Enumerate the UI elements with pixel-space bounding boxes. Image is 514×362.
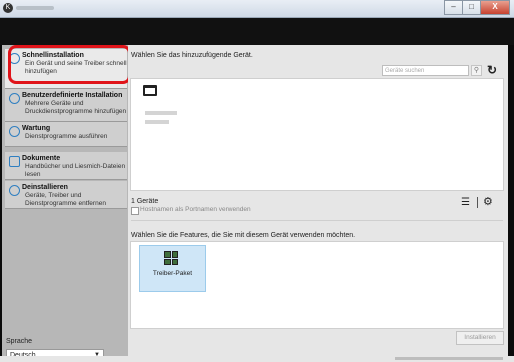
sidebar-item-desc: Geräte, Treiber und Dienstprogramme entf… <box>25 192 106 207</box>
hostname-checkbox-label: Hostnamen als Portnamen verwenden <box>140 206 251 213</box>
printer-icon[interactable] <box>143 85 157 96</box>
select-device-heading: Wählen Sie das hinzuzufügende Gerät. <box>131 52 253 59</box>
sidebar-item-deinstallieren[interactable]: Deinstallieren Geräte, Treiber und Diens… <box>5 181 127 209</box>
features-heading: Wählen Sie die Features, die Sie mit die… <box>131 232 356 239</box>
language-label: Sprache <box>6 338 33 345</box>
custom-install-icon <box>9 93 20 104</box>
sidebar: Schnellinstallation Ein Gerät und seine … <box>2 45 128 362</box>
feature-tile-label: Treiber-Paket <box>152 270 193 277</box>
minimize-button[interactable]: – <box>444 0 463 15</box>
main-panel: Wählen Sie das hinzuzufügende Gerät. Ger… <box>128 45 508 362</box>
status-blurred <box>395 357 503 360</box>
sidebar-item-title: Deinstallieren <box>22 184 68 191</box>
search-icon[interactable]: ⚲ <box>471 65 482 76</box>
maintenance-icon <box>9 126 20 137</box>
device-address-blurred[interactable] <box>145 120 169 124</box>
sidebar-item-wartung[interactable]: Wartung Dienstprogramme ausführen <box>5 122 127 147</box>
feature-tile-driver-package[interactable]: Treiber-Paket <box>139 245 206 292</box>
driver-package-icon <box>164 251 178 265</box>
sidebar-item-title: Wartung <box>22 125 51 132</box>
uninstall-icon <box>9 185 20 196</box>
window-controls: – □ X <box>444 0 510 15</box>
tile-view-icon[interactable]: ⚙ <box>483 195 493 208</box>
sidebar-item-desc: Dienstprogramme ausführen <box>25 133 108 140</box>
device-list <box>130 78 504 191</box>
header-band <box>0 18 514 45</box>
sidebar-item-title: Benutzerdefinierte Installation <box>22 92 123 99</box>
device-name-blurred[interactable] <box>145 111 177 115</box>
documents-icon <box>9 156 20 167</box>
sidebar-item-benutzerdefinierte[interactable]: Benutzerdefinierte Installation Mehrere … <box>5 89 127 122</box>
maximize-button[interactable]: □ <box>462 0 481 15</box>
feature-list: Treiber-Paket <box>130 241 504 329</box>
device-count: 1 Geräte <box>131 198 159 205</box>
sidebar-item-desc: Mehrere Geräte und Druckdienstprogramme … <box>25 100 127 115</box>
sidebar-item-desc: Handbücher und Liesmich-Dateien lesen <box>25 163 126 178</box>
title-bar: K – □ X <box>0 0 514 18</box>
sidebar-item-title: Dokumente <box>22 155 61 162</box>
hostname-checkbox[interactable] <box>131 207 139 215</box>
refresh-icon[interactable]: ↻ <box>487 63 497 77</box>
app-icon: K <box>3 3 13 13</box>
separator <box>477 197 478 208</box>
highlight-ring <box>8 45 131 84</box>
divider <box>131 220 503 221</box>
close-button[interactable]: X <box>480 0 510 15</box>
sidebar-item-dokumente[interactable]: Dokumente Handbücher und Liesmich-Dateie… <box>5 152 127 180</box>
search-input[interactable]: Geräte suchen <box>382 65 469 76</box>
list-view-icon[interactable]: ☰ <box>461 197 470 208</box>
install-button[interactable]: Installieren <box>456 331 504 345</box>
window-title-blurred <box>16 6 54 10</box>
